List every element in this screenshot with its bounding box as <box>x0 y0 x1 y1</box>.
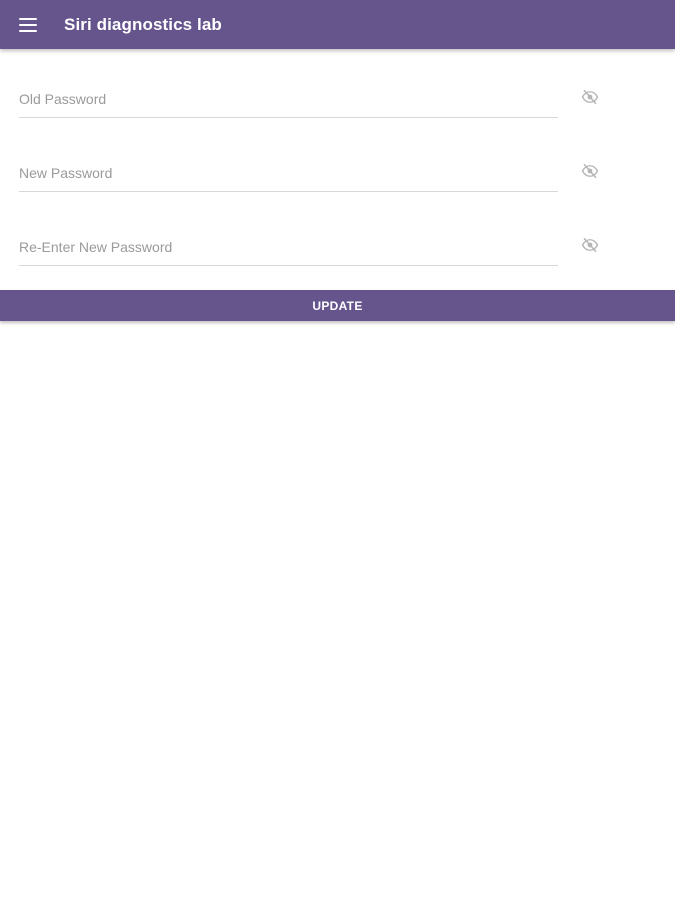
new-password-field[interactable] <box>19 155 558 192</box>
old-password-field[interactable] <box>19 81 558 118</box>
app-bar: Siri diagnostics lab <box>0 0 675 49</box>
new-password-row <box>19 152 619 192</box>
update-button[interactable]: UPDATE <box>0 290 675 321</box>
eye-off-icon[interactable] <box>581 236 599 254</box>
menu-icon[interactable] <box>19 17 39 32</box>
reenter-password-field[interactable] <box>19 229 558 266</box>
old-password-row <box>19 78 619 118</box>
reenter-password-row <box>19 226 619 266</box>
eye-off-icon[interactable] <box>581 88 599 106</box>
eye-off-icon[interactable] <box>581 162 599 180</box>
app-title: Siri diagnostics lab <box>64 14 222 34</box>
